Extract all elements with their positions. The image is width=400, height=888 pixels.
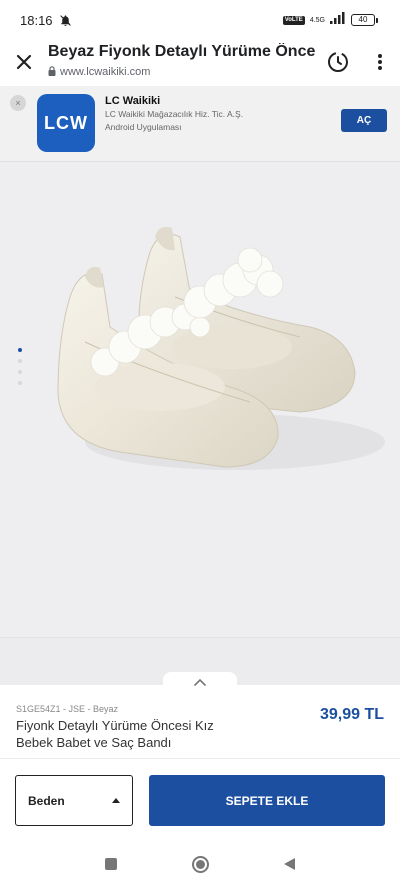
more-menu-button[interactable] [360, 40, 400, 84]
product-price: 39,99 TL [319, 706, 384, 723]
status-bar: 18:16 VoLTE 4.5G 40 [0, 0, 400, 40]
gallery-dot[interactable] [18, 359, 22, 363]
banner-close-button[interactable]: × [10, 95, 26, 111]
gallery-dot[interactable] [18, 381, 22, 385]
title-area: Beyaz Fiyonk Detaylı Yürüme Öncesi www.l… [48, 43, 316, 81]
open-app-button[interactable]: AÇ [341, 109, 387, 132]
close-icon [16, 54, 32, 70]
lock-icon [48, 63, 56, 81]
chevron-up-icon [194, 678, 206, 686]
gallery-dot[interactable] [18, 370, 22, 374]
add-to-cart-button[interactable]: SEPETE EKLE [149, 775, 385, 826]
battery-level: 40 [351, 14, 375, 26]
gallery-dot-active[interactable] [18, 348, 22, 352]
history-icon [328, 52, 348, 72]
product-name: Fiyonk Detaylı Yürüme Öncesi Kız Bebek B… [16, 718, 214, 750]
product-sku: S1GE54Z1 - JSE - Beyaz [16, 704, 119, 714]
app-icon: LCW [37, 94, 95, 152]
page-title: Beyaz Fiyonk Detaylı Yürüme Öncesi [48, 43, 316, 60]
status-time: 18:16 [20, 12, 53, 28]
caret-up-icon [112, 798, 120, 803]
history-button[interactable] [316, 40, 360, 84]
more-vert-icon [378, 54, 382, 70]
product-gallery[interactable] [0, 162, 400, 637]
action-bar: Beden SEPETE EKLE [0, 758, 400, 840]
browser-header: Beyaz Fiyonk Detaylı Yürüme Öncesi www.l… [0, 40, 400, 84]
home-button[interactable] [192, 855, 209, 873]
back-button[interactable] [284, 858, 295, 870]
bell-off-icon [59, 14, 72, 27]
app-company: LC Waikiki Mağazacılık Hiz. Tic. A.Ş. [105, 109, 244, 119]
battery-icon: 40 [351, 14, 378, 26]
size-select-label: Beden [28, 793, 65, 808]
network-type: 4.5G [309, 16, 325, 24]
signal-icon [330, 11, 346, 29]
app-banner: × LCW LC Waikiki LC Waikiki Mağazacılık … [0, 86, 400, 162]
product-info: S1GE54Z1 - JSE - Beyaz Fiyonk Detaylı Yü… [0, 692, 400, 758]
app-type: Android Uygulaması [105, 122, 182, 132]
page-url: www.lcwaikiki.com [60, 66, 151, 78]
gallery-pagination[interactable] [18, 348, 22, 385]
expand-details-button[interactable] [163, 672, 237, 692]
recent-apps-button[interactable] [105, 858, 117, 870]
app-name: LC Waikiki [105, 95, 161, 107]
close-tab-button[interactable] [0, 40, 48, 84]
product-image [57, 227, 385, 470]
system-nav-bar [0, 840, 400, 888]
volte-badge: VoLTE [282, 15, 305, 25]
size-select[interactable]: Beden [15, 775, 133, 826]
